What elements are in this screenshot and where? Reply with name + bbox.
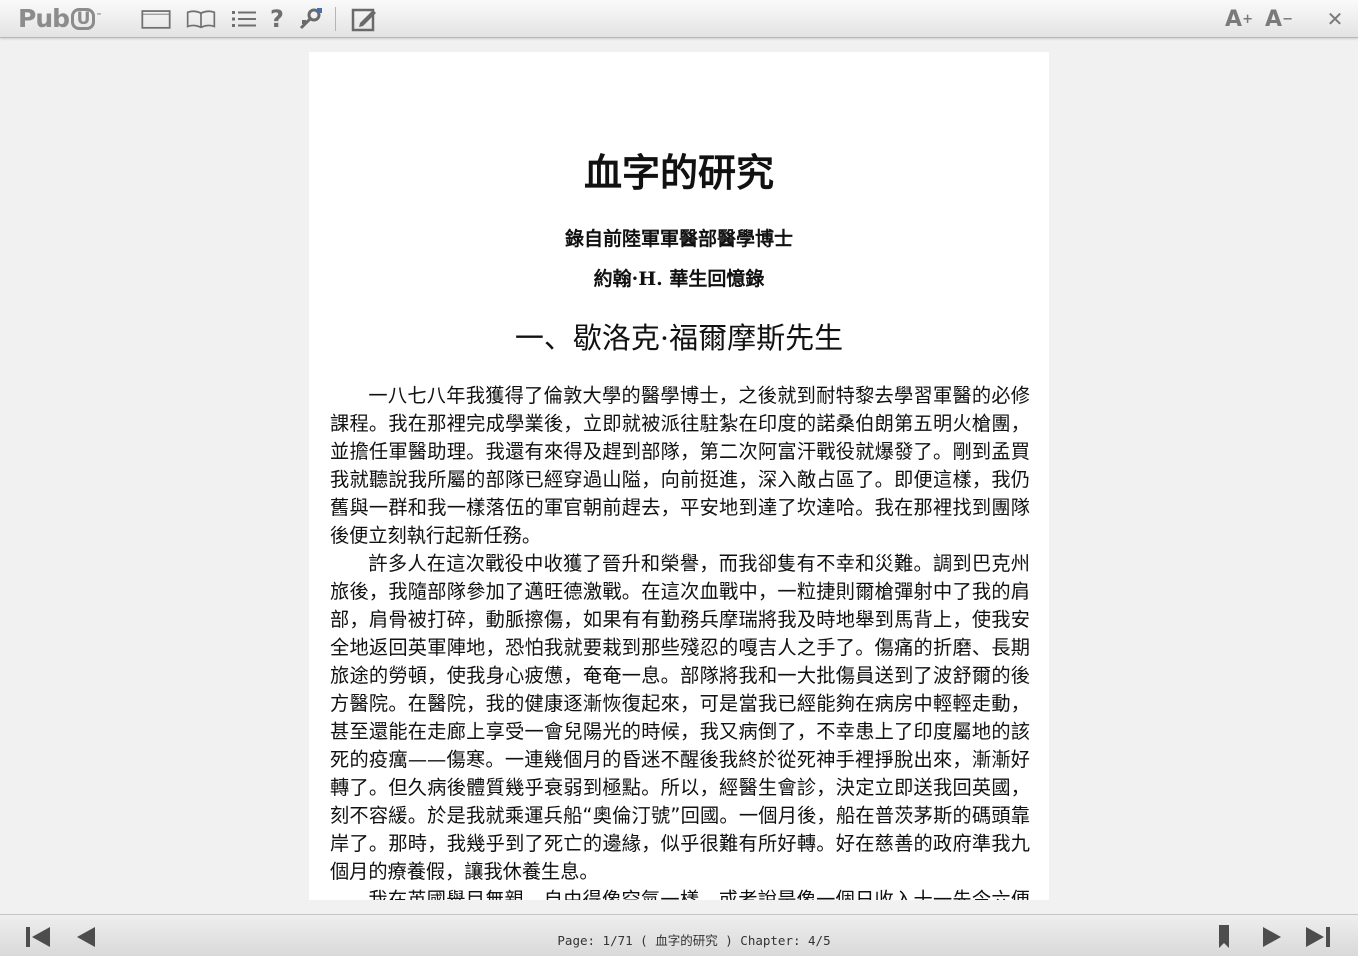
- close-icon: ✕: [1326, 7, 1344, 31]
- table-of-contents-button[interactable]: [229, 5, 259, 33]
- help-icon: ?: [270, 5, 284, 33]
- single-page-view-button[interactable]: [141, 5, 171, 33]
- pubu-logo[interactable]: Pub U ˉ: [18, 4, 102, 34]
- paragraph: 一八七八年我獲得了倫敦大學的醫學博士，之後就到耐特黎去學習軍醫的必修課程。我在那…: [330, 384, 1030, 547]
- list-icon: [232, 11, 256, 27]
- close-button[interactable]: ✕: [1320, 5, 1350, 33]
- skip-to-last-icon: [1306, 927, 1330, 947]
- notes-button[interactable]: [350, 5, 380, 33]
- logo-mark: ˉ: [96, 12, 102, 26]
- help-button[interactable]: ?: [262, 5, 292, 33]
- font-increase-button[interactable]: A +: [1222, 5, 1256, 33]
- font-decrease-button[interactable]: A −: [1262, 5, 1296, 33]
- font-increase-icon: A: [1225, 6, 1243, 32]
- logo-text: Pub: [18, 4, 70, 33]
- book-subtitle-2: 約翰·H. 華生回憶錄: [593, 268, 765, 290]
- single-page-icon: [141, 10, 171, 29]
- book-page: 血字的研究 錄自前陸軍軍醫部醫學博士 約翰·H. 華生回憶錄 一、歇洛克·福爾摩…: [309, 52, 1049, 900]
- font-decrease-icon: A: [1265, 6, 1283, 32]
- font-increase-sup: +: [1242, 11, 1253, 27]
- chapter-body: 一八七八年我獲得了倫敦大學的醫學博士，之後就到耐特黎去學習軍醫的必修課程。我在那…: [330, 382, 1030, 900]
- paragraph: 許多人在這次戰役中收獲了晉升和榮譽，而我卻隻有不幸和災難。調到巴克州旅後，我隨部…: [330, 552, 1030, 883]
- book-subtitle-1: 錄自前陸軍軍醫部醫學博士: [564, 228, 793, 250]
- settings-tools-icon: [299, 8, 322, 30]
- bookmark-icon: [1219, 925, 1229, 948]
- book-title: 血字的研究: [583, 150, 774, 195]
- bottom-navigation-bar: Page: 1/71 ( 血字的研究 ) Chapter: 4/5: [0, 914, 1358, 956]
- chapter-title: 一、歇洛克·福爾摩斯先生: [514, 321, 844, 355]
- tools-button[interactable]: [296, 5, 326, 33]
- toolbar-divider: [335, 7, 336, 31]
- top-toolbar: Pub U ˉ ? A + A − ✕: [0, 0, 1358, 38]
- bookmark-button[interactable]: [1208, 923, 1240, 951]
- next-page-button[interactable]: [1256, 923, 1288, 951]
- page-status-text: Page: 1/71 ( 血字的研究 ) Chapter: 4/5: [557, 933, 831, 948]
- edit-note-icon: [351, 8, 376, 32]
- book-icon: [186, 10, 216, 29]
- logo-badge: U: [71, 8, 96, 30]
- last-page-button[interactable]: [1302, 923, 1334, 951]
- font-decrease-sup: −: [1282, 11, 1293, 27]
- next-arrow-icon: [1263, 927, 1281, 947]
- double-page-view-button[interactable]: [186, 5, 216, 33]
- paragraph: 我在英國舉目無親，自由得像空氣一樣，或者說是像一個日收入十一先令六便士的人那樣悠…: [368, 888, 1030, 900]
